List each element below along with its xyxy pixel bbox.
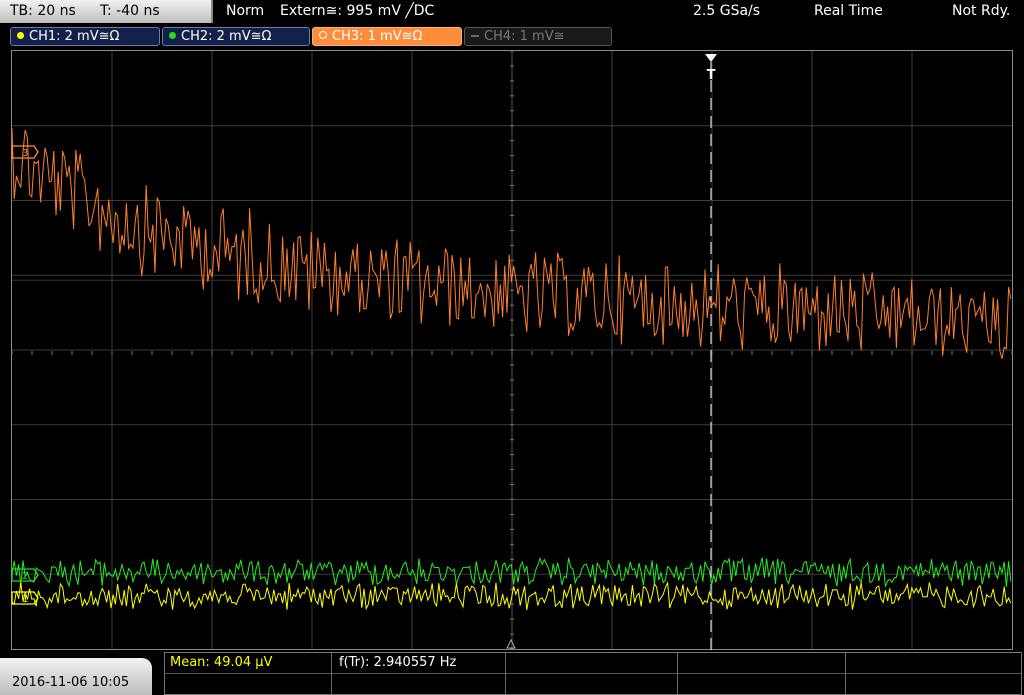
markers: T 3 2 1 xyxy=(11,54,717,649)
ch2-reference-label: 2 xyxy=(22,571,28,582)
trigger-marker-label: T xyxy=(707,68,716,83)
measurement-bar: 2016-11-06 10:05 Mean: 49.04 µV f(Tr): 2… xyxy=(0,652,1024,695)
trigger-time-marker-icon xyxy=(506,638,516,649)
date-time-panel: 2016-11-06 10:05 xyxy=(0,658,152,695)
trigger-position-marker-icon[interactable] xyxy=(705,54,717,62)
measurement-col-divider xyxy=(505,653,506,694)
channel-2-trace xyxy=(11,556,1012,588)
measurement-col-divider xyxy=(845,653,846,694)
date-time-label: 2016-11-06 10:05 xyxy=(12,675,130,690)
ch3-reference-label: 3 xyxy=(22,148,28,159)
ch3-reference-marker[interactable]: 3 xyxy=(11,145,39,159)
mean-measurement: Mean: 49.04 µV xyxy=(170,655,273,670)
graticule xyxy=(11,50,1013,650)
measurement-table[interactable]: Mean: 49.04 µV f(Tr): 2.940557 Hz xyxy=(164,652,1022,695)
channel-1-trace xyxy=(11,581,1012,611)
measurement-col-divider xyxy=(677,653,678,694)
channel-3-trace xyxy=(11,128,1012,359)
measurement-row-divider xyxy=(165,673,1021,674)
trigger-frequency-measurement: f(Tr): 2.940557 Hz xyxy=(339,655,457,670)
waveform-canvas: T 3 2 1 xyxy=(11,50,1013,650)
ch1-reference-label: 1 xyxy=(22,594,28,605)
measurement-col-divider xyxy=(331,653,332,694)
